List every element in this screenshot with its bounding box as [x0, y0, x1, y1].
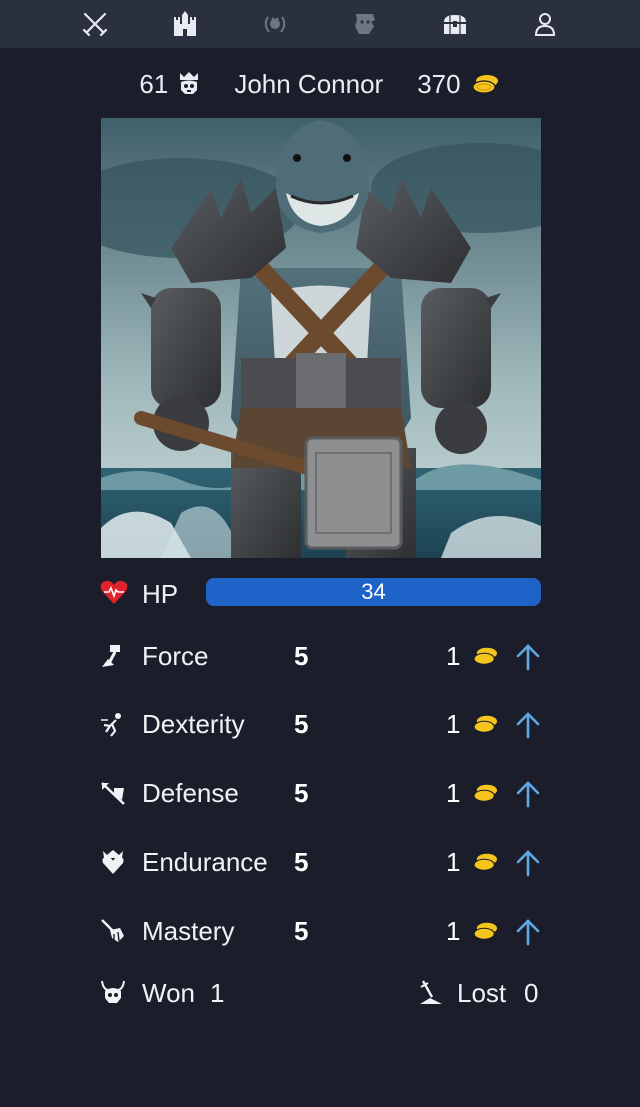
nav-battle-button[interactable]: [75, 4, 115, 44]
castle-icon: [174, 11, 196, 36]
stat-row-defense: Defense 5 1: [100, 774, 541, 814]
horned-skull-icon: [101, 980, 125, 1003]
stat-name: Endurance: [142, 847, 268, 877]
upgrade-defense-button[interactable]: [514, 779, 542, 809]
battle-record: Won 1 Lost 0: [100, 974, 541, 1014]
nav-bestiary-button[interactable]: [345, 4, 385, 44]
upgrade-dexterity-button[interactable]: [514, 710, 542, 740]
upgrade-endurance-button[interactable]: [514, 848, 542, 878]
shield-arrow-icon: [101, 782, 125, 805]
beast-icon: [355, 14, 375, 34]
laurel-crest-icon: [264, 16, 286, 33]
heart-crown-icon: [102, 850, 124, 874]
upgrade-cost: 1: [446, 641, 461, 671]
nav-profile-button[interactable]: [525, 4, 565, 44]
character-portrait: [101, 118, 541, 558]
stat-name: Mastery: [142, 916, 235, 946]
upgrade-cost: 1: [446, 916, 461, 946]
stat-value: 5: [294, 641, 309, 671]
sword-hand-icon: [101, 919, 124, 942]
coins-icon: [473, 784, 497, 802]
nav-treasure-button[interactable]: [435, 4, 475, 44]
user-icon: [534, 13, 556, 36]
hp-row: HP 34: [100, 575, 541, 611]
top-nav: [0, 0, 640, 48]
stat-row-dexterity: Dexterity 5 1: [100, 705, 541, 745]
stat-name: Defense: [142, 778, 239, 808]
player-header: 61 John Connor 370: [0, 62, 640, 106]
stat-value: 5: [294, 847, 309, 877]
player-gold: 370: [417, 68, 461, 99]
hammer-arm-icon: [102, 645, 120, 667]
stat-name: Force: [142, 641, 209, 671]
player-level: 61: [139, 68, 169, 99]
hp-label: HP: [142, 579, 179, 609]
stat-value: 5: [294, 778, 309, 808]
nav-castle-button[interactable]: [165, 4, 205, 44]
upgrade-cost: 1: [446, 847, 461, 877]
coins-icon: [473, 647, 497, 665]
treasure-chest-icon: [444, 15, 466, 34]
hp-bar: 34: [206, 578, 541, 606]
heart-icon: [100, 580, 128, 604]
upgrade-mastery-button[interactable]: [514, 917, 542, 947]
hp-value: 34: [361, 579, 386, 604]
crossed-swords-icon: [82, 12, 108, 37]
upgrade-cost: 1: [446, 778, 461, 808]
stat-name: Dexterity: [142, 709, 245, 739]
won-value: 1: [210, 978, 225, 1008]
fallen-sword-icon: [420, 980, 442, 1004]
stat-row-endurance: Endurance 5 1: [100, 843, 541, 883]
stat-row-force: Force 5 1: [100, 637, 541, 677]
upgrade-force-button[interactable]: [514, 642, 542, 672]
stat-value: 5: [294, 916, 309, 946]
stat-value: 5: [294, 709, 309, 739]
running-figure-icon: [101, 713, 121, 737]
lost-label: Lost: [457, 978, 507, 1008]
coins-icon: [473, 853, 497, 871]
lost-value: 0: [524, 978, 539, 1008]
coins-icon: [471, 75, 498, 94]
won-label: Won: [142, 978, 195, 1008]
skull-crown-icon: [180, 72, 199, 94]
coins-icon: [473, 715, 497, 733]
coins-icon: [473, 922, 497, 940]
nav-ranking-button[interactable]: [255, 4, 295, 44]
player-name: John Connor: [234, 68, 384, 99]
stat-row-mastery: Mastery 5 1: [100, 912, 541, 952]
upgrade-cost: 1: [446, 709, 461, 739]
